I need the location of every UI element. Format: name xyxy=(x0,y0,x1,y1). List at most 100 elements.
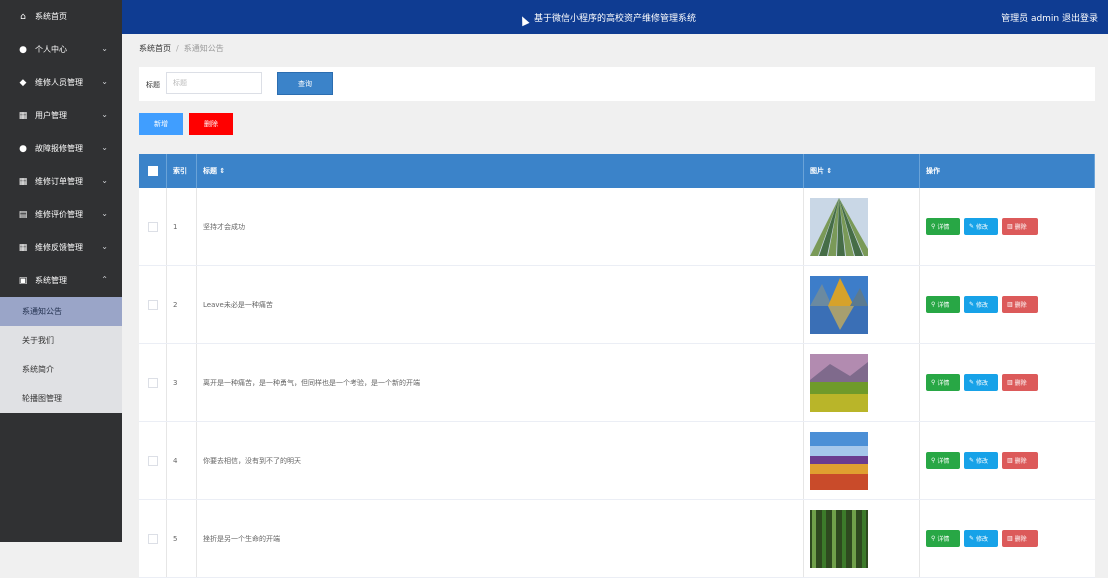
pencil-icon: ✎ xyxy=(969,535,975,542)
row-operations: ⚲ 详情 ✎ 修改 ▥ 删除 xyxy=(920,266,1095,343)
row-checkbox[interactable] xyxy=(147,455,158,466)
delete-button[interactable]: ▥ 删除 xyxy=(1002,452,1038,469)
row-title: 你要去相信，没有到不了的明天 xyxy=(197,422,804,499)
detail-button[interactable]: ⚲ 详情 xyxy=(926,530,960,547)
breadcrumb-current: 系通知公告 xyxy=(183,44,224,53)
detail-label: 详情 xyxy=(937,458,950,465)
delete-button[interactable]: ▥ 删除 xyxy=(1002,296,1038,313)
search-button[interactable]: 查询 xyxy=(277,72,333,95)
sidebar-item-label: 维修人员管理 xyxy=(35,78,83,87)
table-row: 3 离开是一种痛苦，是一种勇气，但同样也是一个考验，是一个新的开端 ⚲ 详情 ✎ 修… xyxy=(139,344,1095,422)
select-all-checkbox[interactable] xyxy=(147,166,158,176)
user-icon: ● xyxy=(19,143,27,154)
edit-label: 修改 xyxy=(976,380,989,387)
row-operations: ⚲ 详情 ✎ 修改 ▥ 删除 xyxy=(920,500,1095,577)
sidebar-item-8[interactable]: ▣ 系统管理 ⌃ xyxy=(0,264,122,297)
col-title[interactable]: 标题 ⇕ xyxy=(197,154,804,188)
search-bar: 标题 标题 查询 xyxy=(139,67,1095,101)
sidebar-item-4[interactable]: ● 故障报修管理 ⌄ xyxy=(0,132,122,165)
tag-icon: ◆ xyxy=(19,77,27,88)
sidebar-item-label: 用户管理 xyxy=(35,111,67,120)
detail-button[interactable]: ⚲ 详情 xyxy=(926,452,960,469)
row-index: 3 xyxy=(167,344,197,421)
breadcrumb-home[interactable]: 系统首页 xyxy=(139,44,171,53)
edit-label: 修改 xyxy=(976,224,989,231)
row-thumbnail[interactable] xyxy=(810,275,868,334)
breadcrumb-separator: / xyxy=(176,44,179,53)
row-title: 挫折是另一个生命的开端 xyxy=(197,500,804,577)
delete-button[interactable]: ▥ 删除 xyxy=(1002,530,1038,547)
search-label: 标题 xyxy=(146,81,160,89)
trash-icon: ▥ xyxy=(1007,457,1013,464)
search-icon: ⚲ xyxy=(931,457,936,464)
sidebar-item-3[interactable]: ▦ 用户管理 ⌄ xyxy=(0,99,122,132)
row-index: 4 xyxy=(167,422,197,499)
chevron-icon: ⌄ xyxy=(101,77,108,86)
row-checkbox-cell xyxy=(139,500,167,577)
row-index: 1 xyxy=(167,188,197,265)
delete-button[interactable]: ▥ 删除 xyxy=(1002,218,1038,235)
delete-label: 删除 xyxy=(1014,380,1027,387)
search-icon: ⚲ xyxy=(931,223,936,230)
sidebar-item-0[interactable]: ⌂ 系统首页 xyxy=(0,0,122,33)
detail-label: 详情 xyxy=(937,224,950,231)
sidebar-subitem-2[interactable]: 系统简介 xyxy=(0,355,122,384)
sidebar-item-label: 故障报修管理 xyxy=(35,144,83,153)
edit-button[interactable]: ✎ 修改 xyxy=(964,374,998,391)
row-checkbox[interactable] xyxy=(147,533,158,544)
sidebar-item-label: 维修反馈管理 xyxy=(35,243,83,252)
row-index: 5 xyxy=(167,500,197,577)
detail-button[interactable]: ⚲ 详情 xyxy=(926,374,960,391)
row-checkbox[interactable] xyxy=(147,377,158,388)
row-checkbox[interactable] xyxy=(147,221,158,232)
grid-icon: ▦ xyxy=(18,110,28,121)
batch-delete-button[interactable]: 删除 xyxy=(189,113,233,135)
detail-button[interactable]: ⚲ 详情 xyxy=(926,218,960,235)
sidebar-subitem-1[interactable]: 关于我们 xyxy=(0,326,122,355)
main-content: 系统首页 / 系通知公告 标题 标题 查询 新增 删除 索引 标题 ⇕ 图片 ⇕ 操… xyxy=(122,34,1108,578)
delete-button[interactable]: ▥ 删除 xyxy=(1002,374,1038,391)
edit-button[interactable]: ✎ 修改 xyxy=(964,530,998,547)
trash-icon: ▥ xyxy=(1007,301,1013,308)
notice-table: 索引 标题 ⇕ 图片 ⇕ 操作 1 坚持才会成功 ⚲ 详情 ✎ 修改 ▥ 删除 2 L… xyxy=(139,154,1095,578)
row-thumbnail[interactable] xyxy=(810,431,868,490)
sidebar-item-5[interactable]: ▦ 维修订单管理 ⌄ xyxy=(0,165,122,198)
delete-label: 删除 xyxy=(1014,302,1027,309)
edit-button[interactable]: ✎ 修改 xyxy=(964,296,998,313)
sidebar-item-2[interactable]: ◆ 维修人员管理 ⌄ xyxy=(0,66,122,99)
user-logout-link[interactable]: 管理员 admin 退出登录 xyxy=(1001,11,1098,24)
table-header: 索引 标题 ⇕ 图片 ⇕ 操作 xyxy=(139,154,1095,188)
row-thumbnail[interactable] xyxy=(810,509,868,568)
chevron-icon: ⌄ xyxy=(101,110,108,119)
edit-button[interactable]: ✎ 修改 xyxy=(964,452,998,469)
sidebar-subitem-3[interactable]: 轮播图管理 xyxy=(0,384,122,413)
sidebar-subitem-0[interactable]: 系通知公告 xyxy=(0,297,122,326)
col-pic[interactable]: 图片 ⇕ xyxy=(804,154,920,188)
table-row: 1 坚持才会成功 ⚲ 详情 ✎ 修改 ▥ 删除 xyxy=(139,188,1095,266)
row-checkbox-cell xyxy=(139,266,167,343)
home-icon: ⌂ xyxy=(20,11,26,22)
row-pic-cell xyxy=(804,188,920,265)
pencil-icon: ✎ xyxy=(969,223,975,230)
search-input[interactable]: 标题 xyxy=(166,72,262,94)
table-row: 5 挫折是另一个生命的开端 ⚲ 详情 ✎ 修改 ▥ 删除 xyxy=(139,500,1095,578)
sidebar-item-1[interactable]: ● 个人中心 ⌄ xyxy=(0,33,122,66)
row-thumbnail[interactable] xyxy=(810,353,868,412)
row-operations: ⚲ 详情 ✎ 修改 ▥ 删除 xyxy=(920,188,1095,265)
add-button[interactable]: 新增 xyxy=(139,113,183,135)
detail-button[interactable]: ⚲ 详情 xyxy=(926,296,960,313)
row-checkbox[interactable] xyxy=(147,299,158,310)
select-all-cell xyxy=(139,154,167,188)
search-icon: ⚲ xyxy=(931,379,936,386)
sidebar-item-7[interactable]: ▦ 维修反馈管理 ⌄ xyxy=(0,231,122,264)
delete-label: 删除 xyxy=(1014,224,1027,231)
pencil-icon: ✎ xyxy=(969,301,975,308)
trash-icon: ▥ xyxy=(1007,379,1013,386)
pencil-icon: ✎ xyxy=(969,379,975,386)
chevron-icon: ⌄ xyxy=(101,242,108,251)
edit-button[interactable]: ✎ 修改 xyxy=(964,218,998,235)
sidebar-item-label: 系统管理 xyxy=(35,276,67,285)
sidebar-item-6[interactable]: ▤ 维修评价管理 ⌄ xyxy=(0,198,122,231)
row-thumbnail[interactable] xyxy=(810,197,868,256)
row-pic-cell xyxy=(804,344,920,421)
